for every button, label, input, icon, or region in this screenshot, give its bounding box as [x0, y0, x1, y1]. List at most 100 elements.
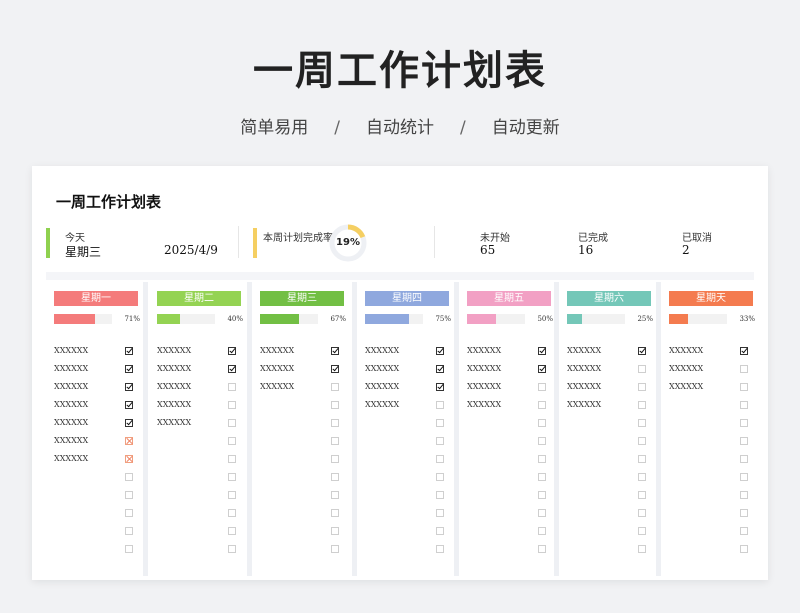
checked-checkbox[interactable] — [436, 347, 444, 355]
checked-checkbox[interactable] — [538, 347, 546, 355]
checked-checkbox[interactable] — [125, 347, 133, 355]
task-name[interactable]: XXXXXX — [157, 363, 191, 375]
checkbox[interactable] — [125, 491, 133, 499]
checkbox[interactable] — [740, 437, 748, 445]
task-name[interactable]: XXXXXX — [260, 381, 294, 393]
checkbox[interactable] — [436, 455, 444, 463]
checkbox[interactable] — [638, 365, 646, 373]
checkbox[interactable] — [436, 491, 444, 499]
checkbox[interactable] — [740, 383, 748, 391]
checkbox[interactable] — [740, 419, 748, 427]
task-name[interactable]: XXXXXX — [467, 399, 501, 411]
checked-checkbox[interactable] — [740, 347, 748, 355]
task-name[interactable]: XXXXXX — [567, 381, 601, 393]
checkbox[interactable] — [228, 437, 236, 445]
checkbox[interactable] — [638, 401, 646, 409]
checkbox[interactable] — [228, 545, 236, 553]
checkbox[interactable] — [331, 491, 339, 499]
checkbox[interactable] — [538, 419, 546, 427]
checked-checkbox[interactable] — [436, 383, 444, 391]
task-name[interactable]: XXXXXX — [365, 363, 399, 375]
checkbox[interactable] — [740, 473, 748, 481]
checkbox[interactable] — [331, 509, 339, 517]
task-name[interactable]: XXXXXX — [54, 453, 88, 465]
checkbox[interactable] — [228, 509, 236, 517]
task-name[interactable]: XXXXXX — [365, 345, 399, 357]
checkbox[interactable] — [228, 455, 236, 463]
checkbox[interactable] — [436, 545, 444, 553]
checkbox[interactable] — [740, 365, 748, 373]
checkbox[interactable] — [125, 509, 133, 517]
checkbox[interactable] — [331, 419, 339, 427]
checked-checkbox[interactable] — [331, 365, 339, 373]
cancelled-checkbox[interactable] — [125, 437, 133, 445]
checkbox[interactable] — [538, 545, 546, 553]
checkbox[interactable] — [538, 455, 546, 463]
checkbox[interactable] — [638, 545, 646, 553]
task-name[interactable]: XXXXXX — [467, 363, 501, 375]
checkbox[interactable] — [228, 473, 236, 481]
task-name[interactable]: XXXXXX — [157, 381, 191, 393]
task-name[interactable]: XXXXXX — [669, 345, 703, 357]
checkbox[interactable] — [740, 455, 748, 463]
task-name[interactable]: XXXXXX — [54, 399, 88, 411]
task-name[interactable]: XXXXXX — [467, 381, 501, 393]
checkbox[interactable] — [638, 509, 646, 517]
checkbox[interactable] — [538, 473, 546, 481]
checked-checkbox[interactable] — [125, 365, 133, 373]
task-name[interactable]: XXXXXX — [157, 417, 191, 429]
checkbox[interactable] — [331, 383, 339, 391]
checkbox[interactable] — [538, 401, 546, 409]
checked-checkbox[interactable] — [228, 365, 236, 373]
checked-checkbox[interactable] — [331, 347, 339, 355]
checkbox[interactable] — [125, 545, 133, 553]
checkbox[interactable] — [331, 473, 339, 481]
checked-checkbox[interactable] — [125, 419, 133, 427]
checkbox[interactable] — [228, 527, 236, 535]
checkbox[interactable] — [228, 383, 236, 391]
checkbox[interactable] — [436, 419, 444, 427]
checkbox[interactable] — [638, 383, 646, 391]
checkbox[interactable] — [436, 437, 444, 445]
task-name[interactable]: XXXXXX — [669, 363, 703, 375]
checkbox[interactable] — [740, 491, 748, 499]
checkbox[interactable] — [125, 473, 133, 481]
checkbox[interactable] — [331, 527, 339, 535]
task-name[interactable]: XXXXXX — [467, 345, 501, 357]
task-name[interactable]: XXXXXX — [365, 381, 399, 393]
checkbox[interactable] — [228, 491, 236, 499]
checkbox[interactable] — [436, 509, 444, 517]
task-name[interactable]: XXXXXX — [260, 345, 294, 357]
task-name[interactable]: XXXXXX — [157, 399, 191, 411]
checkbox[interactable] — [125, 527, 133, 535]
task-name[interactable]: XXXXXX — [567, 363, 601, 375]
task-name[interactable]: XXXXXX — [54, 435, 88, 447]
checkbox[interactable] — [740, 527, 748, 535]
task-name[interactable]: XXXXXX — [54, 417, 88, 429]
checkbox[interactable] — [331, 437, 339, 445]
checkbox[interactable] — [331, 545, 339, 553]
task-name[interactable]: XXXXXX — [365, 399, 399, 411]
checkbox[interactable] — [638, 437, 646, 445]
checkbox[interactable] — [436, 527, 444, 535]
checkbox[interactable] — [740, 509, 748, 517]
checked-checkbox[interactable] — [228, 347, 236, 355]
checkbox[interactable] — [228, 419, 236, 427]
checkbox[interactable] — [638, 455, 646, 463]
task-name[interactable]: XXXXXX — [54, 363, 88, 375]
task-name[interactable]: XXXXXX — [669, 381, 703, 393]
checkbox[interactable] — [638, 491, 646, 499]
checkbox[interactable] — [538, 383, 546, 391]
checked-checkbox[interactable] — [125, 383, 133, 391]
checkbox[interactable] — [538, 491, 546, 499]
task-name[interactable]: XXXXXX — [567, 345, 601, 357]
checkbox[interactable] — [538, 509, 546, 517]
task-name[interactable]: XXXXXX — [260, 363, 294, 375]
task-name[interactable]: XXXXXX — [157, 345, 191, 357]
checkbox[interactable] — [331, 455, 339, 463]
task-name[interactable]: XXXXXX — [54, 381, 88, 393]
checked-checkbox[interactable] — [436, 365, 444, 373]
checkbox[interactable] — [538, 437, 546, 445]
cancelled-checkbox[interactable] — [125, 455, 133, 463]
checkbox[interactable] — [740, 401, 748, 409]
